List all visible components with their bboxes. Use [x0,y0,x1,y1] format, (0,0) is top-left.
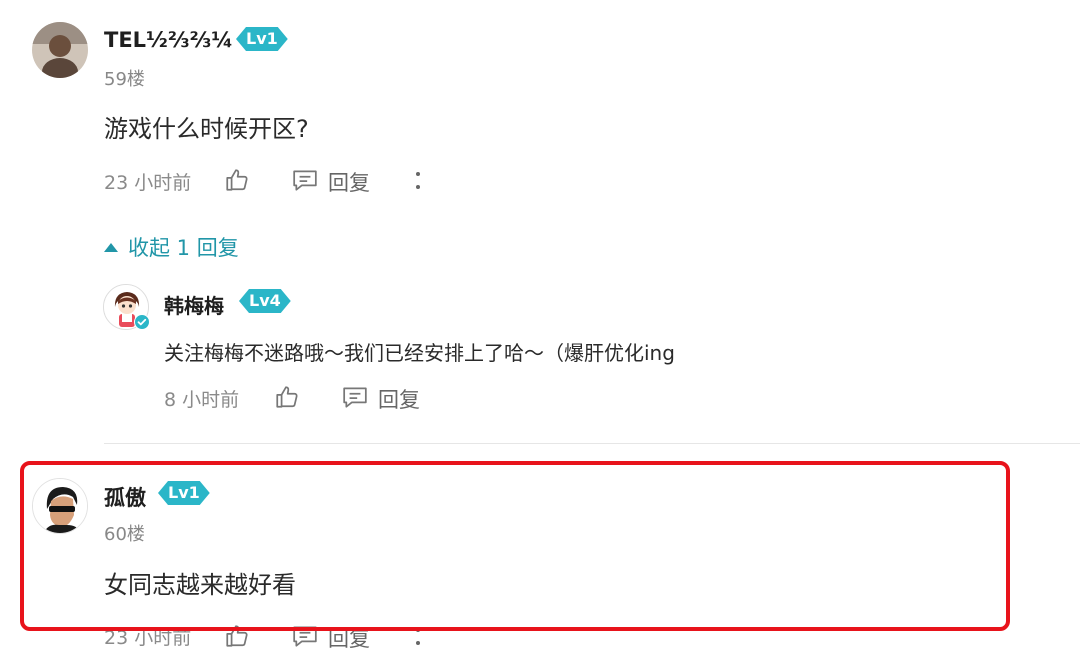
collapse-replies-button[interactable]: 收起 1 回复 [104,232,239,262]
reply-text: 关注梅梅不迷路哦～我们已经安排上了哈～（爆肝优化ing [164,341,675,365]
thumbs-up-icon[interactable] [224,167,250,193]
reply-button[interactable]: 回复 [328,167,370,197]
reply-timestamp: 8 小时前 [164,389,240,411]
floor-number: 59楼 [104,69,145,90]
reply-reply-button[interactable]: 回复 [378,384,420,414]
reply-username[interactable]: 韩梅梅 [164,290,224,319]
timestamp: 23 小时前 [104,172,192,194]
level-badge: Lv1 [236,27,288,51]
more-options-icon[interactable] [412,170,424,192]
caret-up-icon [104,242,118,252]
comment-thread: TEL½⅔⅔¼ Lv1 59楼 游戏什么时候开区? 23 小时前 回复 收起 1… [0,0,1080,669]
reply-reply-icon[interactable] [342,385,368,409]
username[interactable]: TEL½⅔⅔¼ [104,28,233,52]
verified-badge-icon [134,314,150,330]
collapse-label: 收起 1 回复 [128,236,239,260]
reply-thumbs-up-icon[interactable] [274,384,300,410]
comment-divider [104,443,1080,444]
reply-level-badge: Lv4 [239,289,291,313]
comment-text: 游戏什么时候开区? [104,115,309,143]
highlight-box [20,461,1010,631]
reply-icon[interactable] [292,168,318,192]
user-avatar[interactable] [32,22,88,78]
